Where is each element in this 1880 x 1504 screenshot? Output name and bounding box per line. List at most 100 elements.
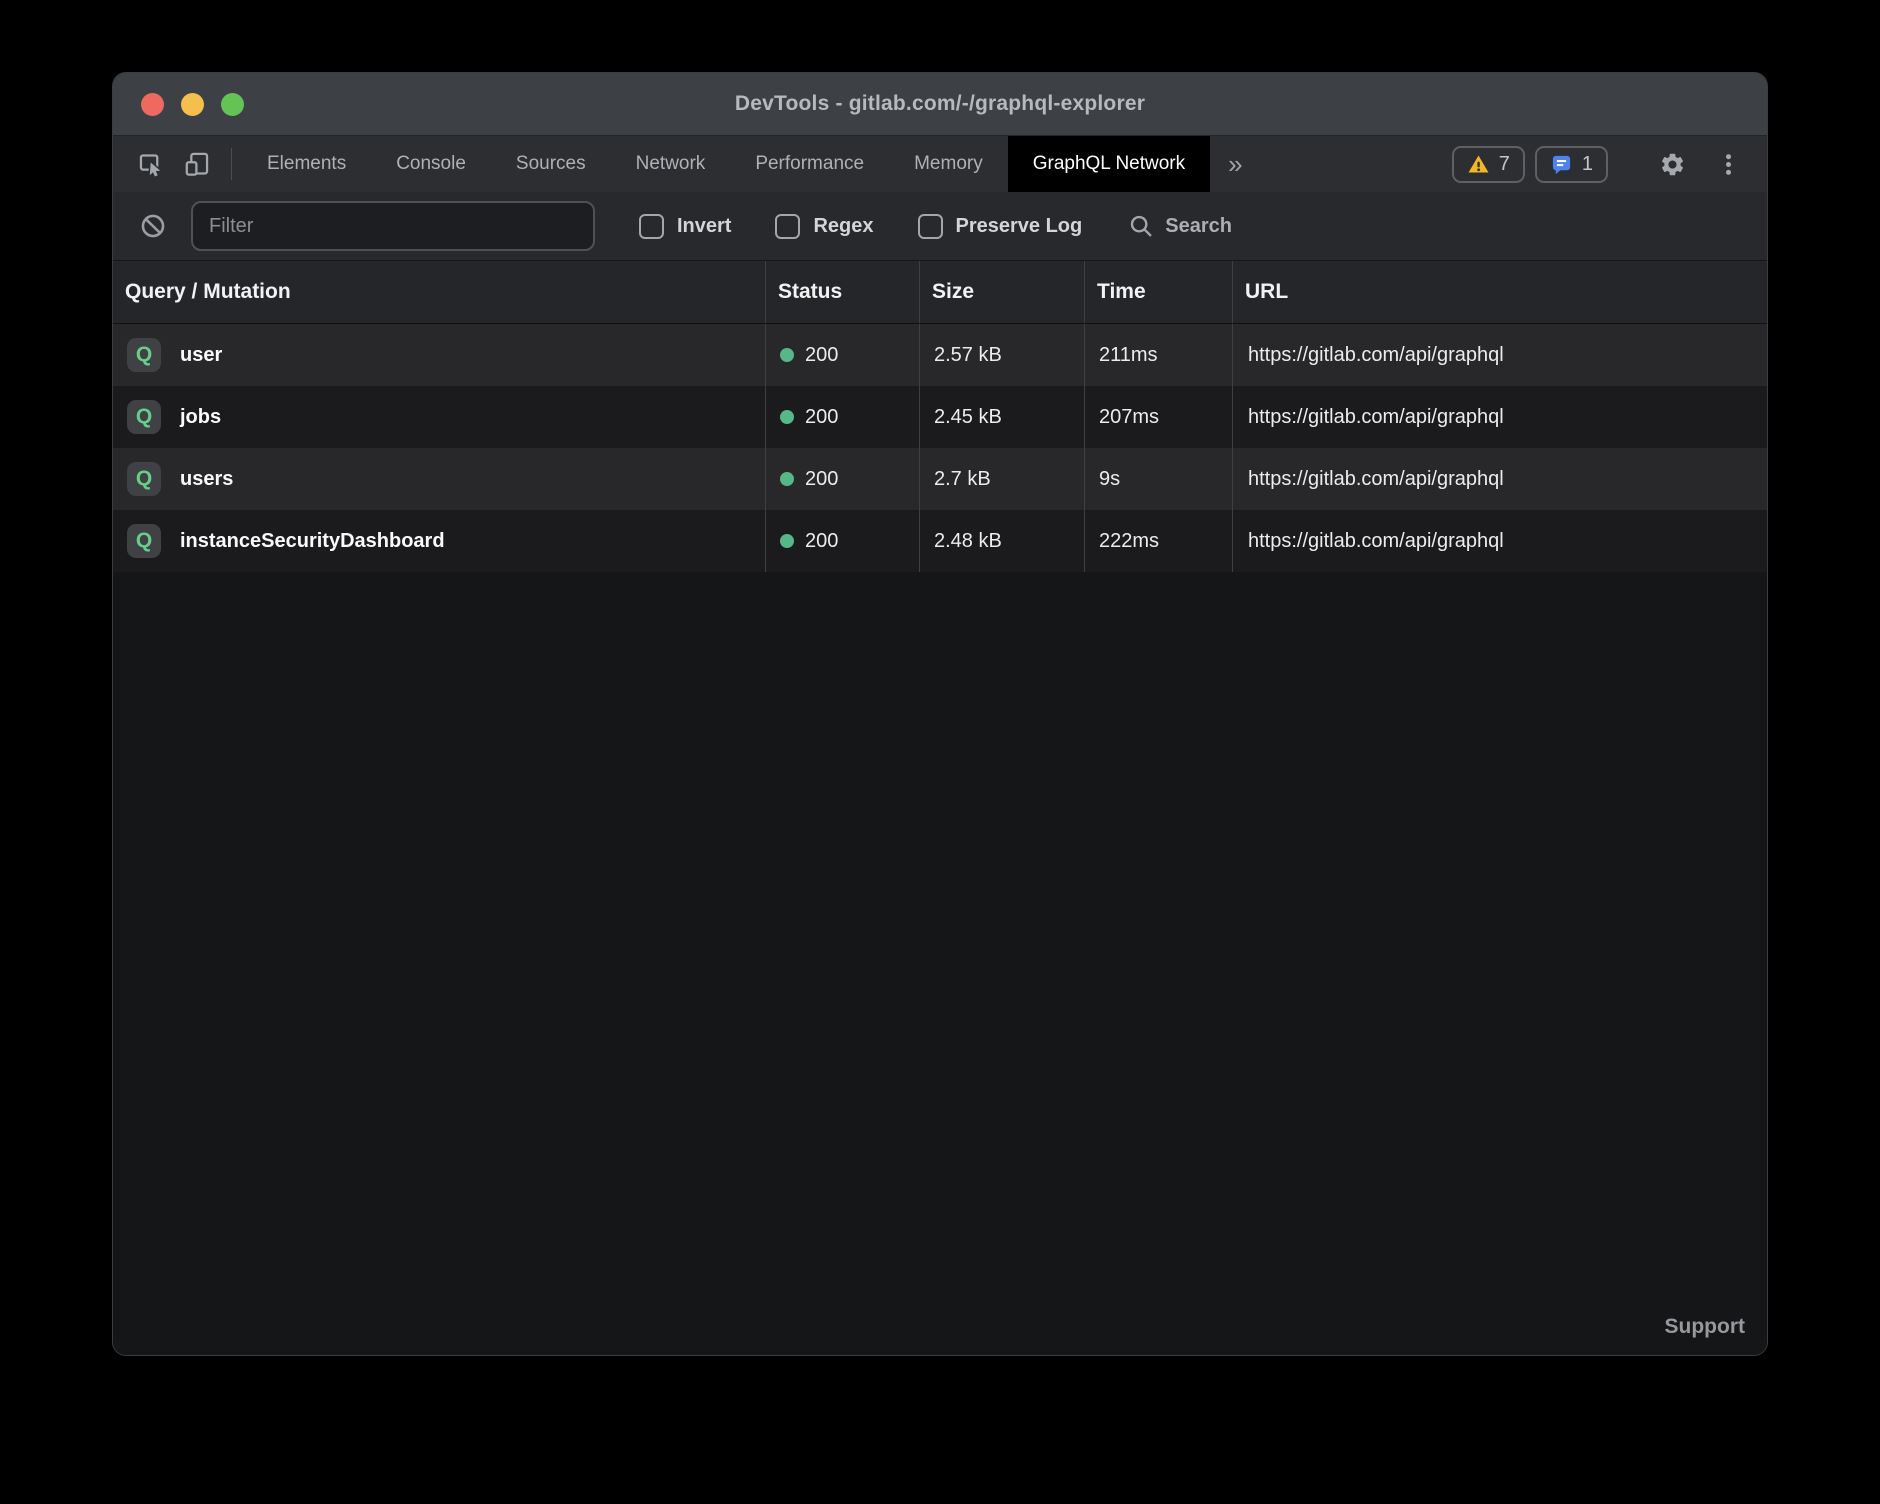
column-header-time[interactable]: Time [1084,261,1232,323]
column-header-url[interactable]: URL [1232,261,1767,323]
device-toolbar-icon [184,151,211,178]
url-cell: https://gitlab.com/api/graphql [1232,448,1767,510]
tab-console[interactable]: Console [371,136,491,192]
filter-input[interactable] [191,201,595,251]
minimize-button[interactable] [181,93,204,116]
table-row[interactable]: Q instanceSecurityDashboard 200 2.48 kB … [113,510,1767,572]
devtools-tabbar: Elements Console Sources Network Perform… [113,136,1767,192]
status-code: 200 [805,344,838,367]
time-cell: 9s [1084,448,1232,510]
url-value: https://gitlab.com/api/graphql [1248,468,1504,491]
query-name-cell: Q user [113,324,765,386]
close-button[interactable] [141,93,164,116]
kebab-menu-icon [1716,152,1741,177]
invert-checkbox-group[interactable]: Invert [639,214,731,239]
column-header-status[interactable]: Status [765,261,919,323]
tab-network[interactable]: Network [611,136,731,192]
status-ok-dot [780,410,794,424]
url-value: https://gitlab.com/api/graphql [1248,406,1504,429]
clear-filter-button[interactable] [135,212,171,240]
size-cell: 2.45 kB [919,386,1084,448]
block-icon [139,212,167,240]
status-code: 200 [805,468,838,491]
settings-button[interactable] [1649,151,1696,178]
tab-elements[interactable]: Elements [242,136,371,192]
size-cell: 2.57 kB [919,324,1084,386]
tab-performance[interactable]: Performance [730,136,889,192]
query-name: users [180,468,233,491]
time-value: 9s [1099,468,1120,491]
query-type-badge: Q [127,338,161,372]
query-name-cell: Q users [113,448,765,510]
status-cell: 200 [765,324,919,386]
regex-checkbox-group[interactable]: Regex [775,214,873,239]
time-cell: 207ms [1084,386,1232,448]
traffic-lights [141,73,244,135]
time-value: 222ms [1099,530,1159,553]
titlebar: DevTools - gitlab.com/-/graphql-explorer [113,73,1767,136]
search-label: Search [1165,215,1232,238]
window-title: DevTools - gitlab.com/-/graphql-explorer [735,92,1145,116]
invert-label: Invert [677,215,731,238]
device-toolbar-button[interactable] [174,136,221,192]
maximize-button[interactable] [221,93,244,116]
size-cell: 2.7 kB [919,448,1084,510]
status-ok-dot [780,534,794,548]
time-cell: 222ms [1084,510,1232,572]
status-ok-dot [780,348,794,362]
regex-checkbox[interactable] [775,214,800,239]
tab-graphql-network[interactable]: GraphQL Network [1008,136,1210,192]
more-tabs-button[interactable]: » [1210,136,1260,192]
tab-sources[interactable]: Sources [491,136,611,192]
tabbar-right-controls: 7 1 [1452,136,1767,192]
issue-count: 1 [1582,153,1593,176]
query-name: instanceSecurityDashboard [180,530,445,553]
preserve-log-checkbox[interactable] [918,214,943,239]
size-value: 2.7 kB [934,468,991,491]
status-code: 200 [805,530,838,553]
support-link[interactable]: Support [1665,1315,1767,1355]
warnings-badge[interactable]: 7 [1452,146,1525,183]
size-value: 2.57 kB [934,344,1002,367]
preserve-log-checkbox-group[interactable]: Preserve Log [918,214,1083,239]
warning-icon [1467,153,1490,176]
size-cell: 2.48 kB [919,510,1084,572]
inspect-cursor-icon [137,151,164,178]
table-header: Query / Mutation Status Size Time URL [113,261,1767,324]
size-value: 2.45 kB [934,406,1002,429]
message-icon [1550,153,1573,176]
query-type-badge: Q [127,400,161,434]
status-code: 200 [805,406,838,429]
time-value: 207ms [1099,406,1159,429]
query-type-badge: Q [127,462,161,496]
warning-count: 7 [1499,153,1510,176]
inspect-element-button[interactable] [127,136,174,192]
query-name: user [180,344,222,367]
url-value: https://gitlab.com/api/graphql [1248,530,1504,553]
url-value: https://gitlab.com/api/graphql [1248,344,1504,367]
table-row[interactable]: Q users 200 2.7 kB 9s https://gitlab.com… [113,448,1767,510]
query-name-cell: Q instanceSecurityDashboard [113,510,765,572]
panel-empty-area: Support [113,572,1767,1355]
menu-button[interactable] [1706,152,1751,177]
table-row[interactable]: Q user 200 2.57 kB 211ms https://gitlab.… [113,324,1767,386]
url-cell: https://gitlab.com/api/graphql [1232,386,1767,448]
gear-icon [1659,151,1686,178]
column-header-query-mutation[interactable]: Query / Mutation [113,261,765,323]
status-cell: 200 [765,386,919,448]
status-cell: 200 [765,448,919,510]
column-header-size[interactable]: Size [919,261,1084,323]
search-button[interactable]: Search [1128,213,1232,239]
table-row[interactable]: Q jobs 200 2.45 kB 207ms https://gitlab.… [113,386,1767,448]
time-cell: 211ms [1084,324,1232,386]
status-ok-dot [780,472,794,486]
url-cell: https://gitlab.com/api/graphql [1232,510,1767,572]
regex-label: Regex [813,215,873,238]
issues-badge[interactable]: 1 [1535,146,1608,183]
preserve-log-label: Preserve Log [956,215,1083,238]
url-cell: https://gitlab.com/api/graphql [1232,324,1767,386]
devtools-window: DevTools - gitlab.com/-/graphql-explorer… [112,72,1768,1356]
tab-memory[interactable]: Memory [889,136,1008,192]
query-type-badge: Q [127,524,161,558]
invert-checkbox[interactable] [639,214,664,239]
